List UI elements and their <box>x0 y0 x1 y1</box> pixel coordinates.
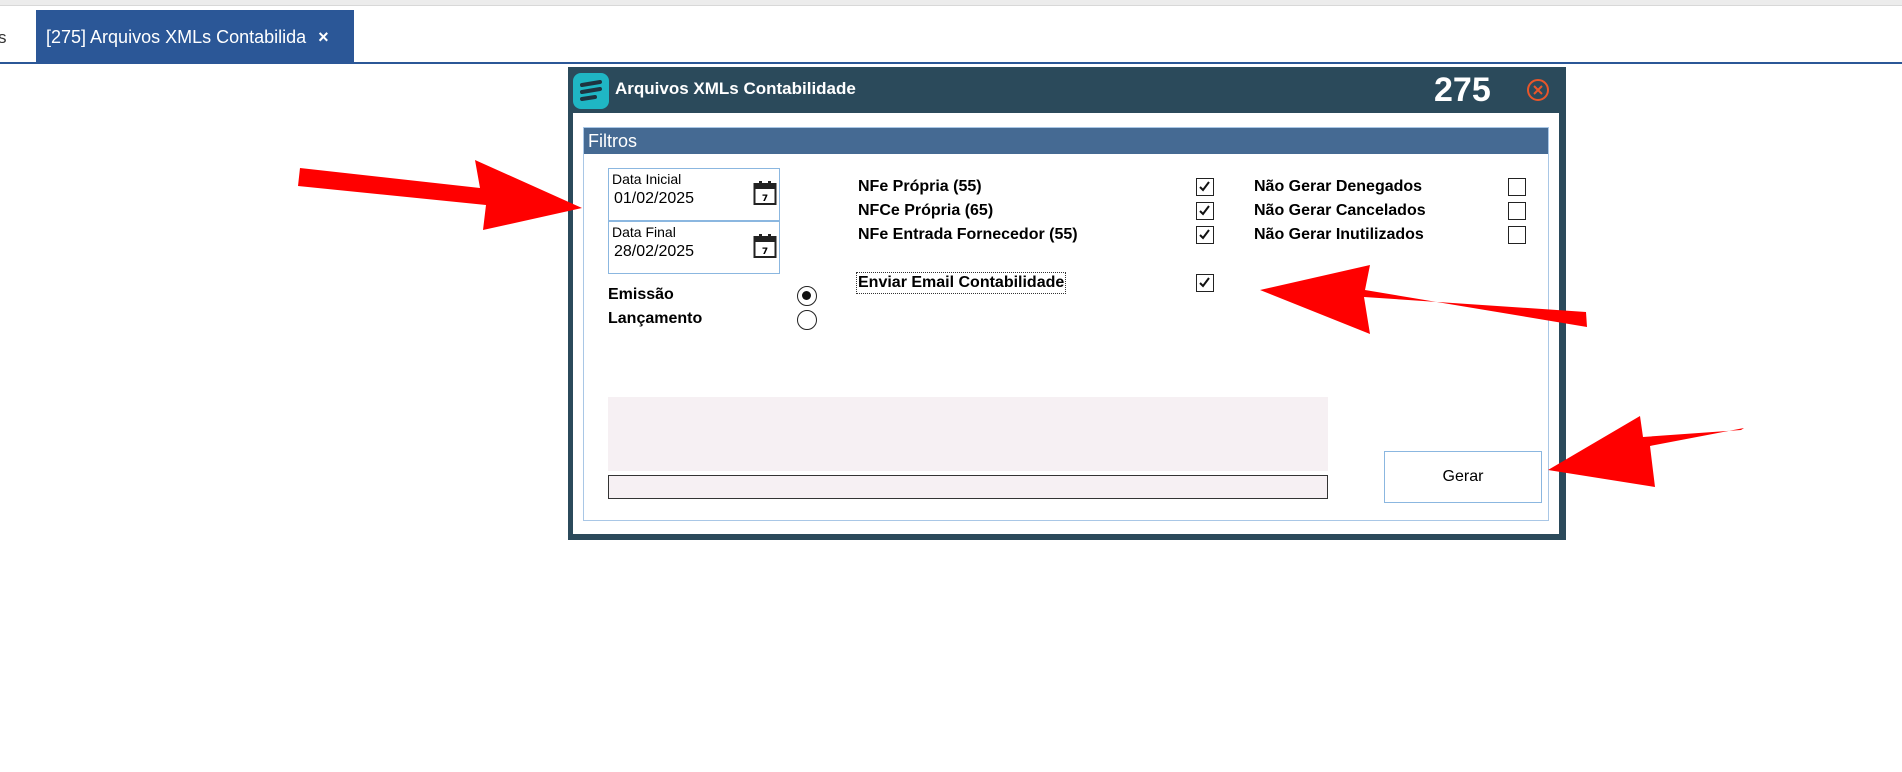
check-nao-denegados-label: Não Gerar Denegados <box>1254 178 1423 195</box>
tab-label: [275] Arquivos XMLs Contabilida <box>46 26 307 47</box>
check-nfce-propria[interactable] <box>1196 202 1214 220</box>
tab-arquivos-xmls[interactable]: [275] Arquivos XMLs Contabilida × <box>36 10 354 64</box>
data-inicial-field[interactable]: Data Inicial 01/02/2025 7 <box>608 168 780 221</box>
dialog-body: Filtros Data Inicial 01/02/2025 7 Data F… <box>573 113 1559 534</box>
data-final-label: Data Final <box>612 224 676 240</box>
check-mark-icon <box>1199 277 1210 288</box>
radio-selected-dot <box>802 291 811 300</box>
screen-code: 275 <box>1434 71 1491 109</box>
check-mark-icon <box>1199 181 1210 192</box>
window-top-strip <box>0 0 1902 6</box>
radio-emissao-label: Emissão <box>608 286 674 303</box>
data-inicial-value[interactable]: 01/02/2025 <box>614 190 694 208</box>
check-nao-cancelados-label: Não Gerar Cancelados <box>1254 202 1426 219</box>
tab-bar: s [275] Arquivos XMLs Contabilida × <box>0 10 1902 64</box>
check-nfe-entrada-label: NFe Entrada Fornecedor (55) <box>858 226 1078 243</box>
radio-lancamento[interactable] <box>797 310 817 330</box>
xml-dialog: Arquivos XMLs Contabilidade 275 Filtros … <box>568 67 1566 540</box>
radio-emissao[interactable] <box>797 286 817 306</box>
check-enviar-email[interactable] <box>1196 274 1214 292</box>
log-area[interactable] <box>608 397 1328 471</box>
check-nao-inutilizados[interactable] <box>1508 226 1526 244</box>
svg-text:7: 7 <box>762 247 768 257</box>
filtros-header: Filtros <box>584 128 1548 154</box>
calendar-icon[interactable]: 7 <box>753 180 777 206</box>
dialog-title: Arquivos XMLs Contabilidade <box>615 79 856 98</box>
arrow-to-gerar-icon <box>1548 416 1744 487</box>
check-nfe-entrada[interactable] <box>1196 226 1214 244</box>
check-nfce-propria-label: NFCe Própria (65) <box>858 202 994 219</box>
check-nfe-propria[interactable] <box>1196 178 1214 196</box>
check-mark-icon <box>1199 229 1210 240</box>
check-nfe-propria-label: NFe Própria (55) <box>858 178 982 195</box>
app-logo-icon <box>573 73 609 109</box>
tab-close-icon[interactable]: × <box>318 27 329 48</box>
arrow-to-dates-icon <box>298 160 582 230</box>
check-nao-denegados[interactable] <box>1508 178 1526 196</box>
svg-text:7: 7 <box>762 194 768 204</box>
radio-lancamento-label: Lançamento <box>608 310 703 327</box>
check-nao-cancelados[interactable] <box>1508 202 1526 220</box>
progress-bar <box>608 475 1328 499</box>
calendar-icon[interactable]: 7 <box>753 233 777 259</box>
tab-previous[interactable]: s <box>0 28 7 48</box>
check-mark-icon <box>1199 205 1210 216</box>
data-inicial-label: Data Inicial <box>612 171 682 187</box>
close-icon[interactable] <box>1526 78 1550 102</box>
gerar-button[interactable]: Gerar <box>1384 451 1542 503</box>
data-final-field[interactable]: Data Final 28/02/2025 7 <box>608 221 780 274</box>
data-final-value[interactable]: 28/02/2025 <box>614 243 694 261</box>
dialog-titlebar[interactable]: Arquivos XMLs Contabilidade 275 <box>568 67 1566 113</box>
check-nao-inutilizados-label: Não Gerar Inutilizados <box>1254 226 1424 243</box>
check-enviar-email-label: Enviar Email Contabilidade <box>855 272 1067 294</box>
filtros-group: Filtros Data Inicial 01/02/2025 7 Data F… <box>583 127 1549 521</box>
